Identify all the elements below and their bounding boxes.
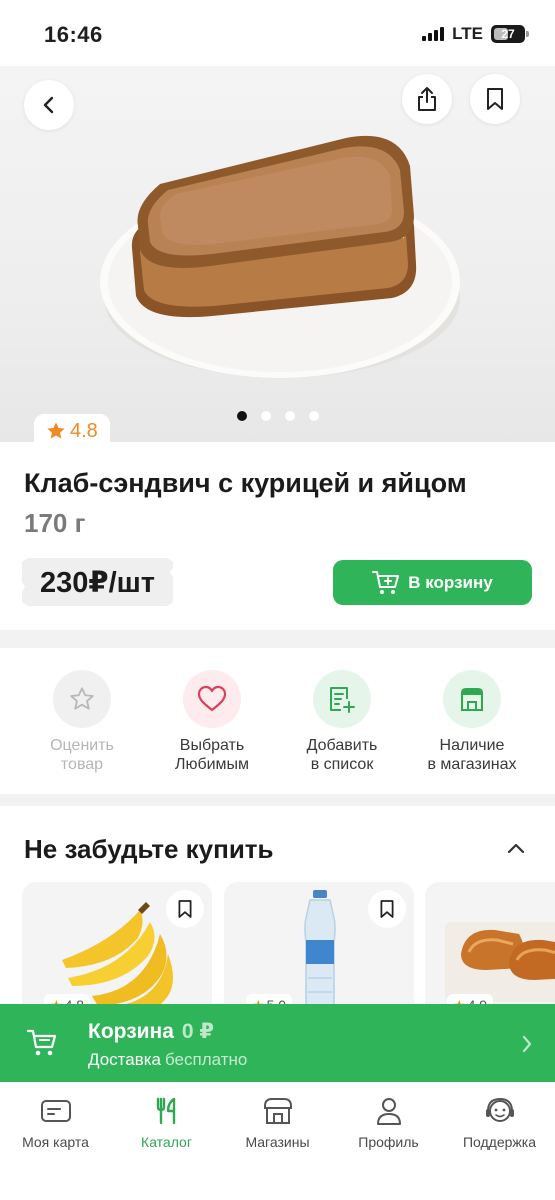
bookmark-icon [487, 88, 503, 110]
product-card[interactable]: ★5.0 [224, 882, 414, 1022]
product-card[interactable]: ★4.8 [22, 882, 212, 1022]
tab-label: Магазины [245, 1134, 310, 1150]
cart-icon [26, 1029, 57, 1056]
favorite-label-1: Выбрать [179, 737, 245, 754]
support-icon [485, 1097, 514, 1122]
tab-label: Профиль [358, 1134, 419, 1150]
basket-title: Корзина 0 ₽ [88, 1019, 214, 1044]
tab-stores[interactable]: Магазины [222, 1094, 333, 1150]
person-icon [376, 1098, 401, 1125]
tab-catalog[interactable]: Каталог [111, 1094, 222, 1150]
pagination-dot[interactable] [236, 411, 247, 421]
tab-profile[interactable]: Профиль [333, 1094, 444, 1150]
signal-icon [422, 27, 445, 41]
bottom-tab-bar: Моя карта Каталог Магазины Профиль Подде… [0, 1082, 555, 1200]
product-card[interactable]: ★4.9 [425, 882, 555, 1022]
store-icon [461, 688, 483, 711]
product-gallery[interactable] [0, 66, 555, 442]
network-type: LTE [452, 24, 483, 43]
bookmark-icon [178, 900, 192, 918]
add-to-cart-button[interactable]: В корзину [333, 560, 532, 605]
basket-delivery: Доставка бесплатно [88, 1050, 247, 1070]
chevron-right-icon [522, 1035, 532, 1053]
pagination-dot[interactable] [260, 411, 271, 421]
bookmark-button[interactable] [166, 890, 204, 928]
list-label-2: в список [310, 756, 374, 773]
chevron-left-icon [43, 96, 54, 114]
battery-icon: 27 [491, 25, 529, 43]
heart-icon [197, 685, 227, 712]
add-to-cart-label: В корзину [408, 572, 493, 592]
delivery-label: Доставка [88, 1050, 162, 1069]
add-to-list-button[interactable]: Добавить в список [277, 670, 407, 774]
product-page: 16:46 LTE 27 4.8 Клаб-сэндвич с курицей … [0, 0, 555, 1200]
availability-label-2: в магазинах [427, 756, 517, 773]
share-icon [418, 87, 436, 111]
dont-forget-section: Не забудьте купить ★4.8 [0, 806, 555, 1022]
rate-label-2: товар [60, 756, 104, 773]
rate-label-1: Оценить [50, 737, 114, 754]
chevron-up-icon[interactable] [507, 842, 525, 854]
status-indicators: LTE 27 [422, 24, 529, 44]
product-rating-value: 4.8 [70, 419, 98, 442]
bookmark-button[interactable] [368, 890, 406, 928]
rate-product-button[interactable]: Оценить товар [17, 670, 147, 774]
list-label-1: Добавить [306, 737, 378, 754]
store-icon [263, 1098, 292, 1124]
product-info: Клаб-сэндвич с курицей и яйцом 170 г 230… [0, 442, 555, 630]
share-button[interactable] [402, 74, 452, 124]
favorite-label-2: Любимым [174, 756, 250, 773]
tab-support[interactable]: Поддержка [444, 1094, 555, 1150]
favorite-button[interactable]: Выбрать Любимым [147, 670, 277, 774]
fork-knife-icon [156, 1097, 175, 1125]
tab-label: Каталог [141, 1134, 192, 1150]
list-add-icon [330, 687, 355, 713]
tab-my-card[interactable]: Моя карта [0, 1094, 111, 1150]
section-title: Не забудьте купить [24, 834, 274, 864]
bookmark-icon [380, 900, 394, 918]
bookmark-button[interactable] [470, 74, 520, 124]
cart-icon [372, 570, 400, 594]
battery-level: 27 [501, 27, 515, 41]
status-time: 16:46 [44, 22, 103, 47]
pagination-dot[interactable] [284, 411, 295, 421]
sandwich-image [100, 135, 460, 378]
tab-label: Поддержка [462, 1134, 537, 1150]
status-bar: 16:46 LTE 27 [0, 0, 555, 66]
tab-label: Моя карта [22, 1134, 89, 1150]
delivery-value: бесплатно [165, 1050, 248, 1069]
product-weight: 170 г [24, 508, 86, 538]
pagination-dot[interactable] [308, 411, 319, 421]
product-actions: Оценить товар Выбрать Любимым Добавить в сп… [0, 648, 555, 794]
basket-sum: 0 ₽ [181, 1020, 215, 1043]
star-icon [47, 422, 65, 439]
back-button[interactable] [24, 80, 74, 130]
basket-bar[interactable]: Корзина 0 ₽ Доставка бесплатно [0, 1004, 555, 1082]
basket-label: Корзина [88, 1020, 174, 1043]
store-availability-button[interactable]: Наличие в магазинах [407, 670, 537, 774]
star-outline-icon [70, 687, 94, 710]
product-price: 230₽/шт [22, 558, 173, 606]
product-title: Клаб-сэндвич с курицей и яйцом [24, 468, 467, 498]
availability-label-1: Наличие [439, 737, 505, 754]
card-icon [40, 1100, 71, 1122]
